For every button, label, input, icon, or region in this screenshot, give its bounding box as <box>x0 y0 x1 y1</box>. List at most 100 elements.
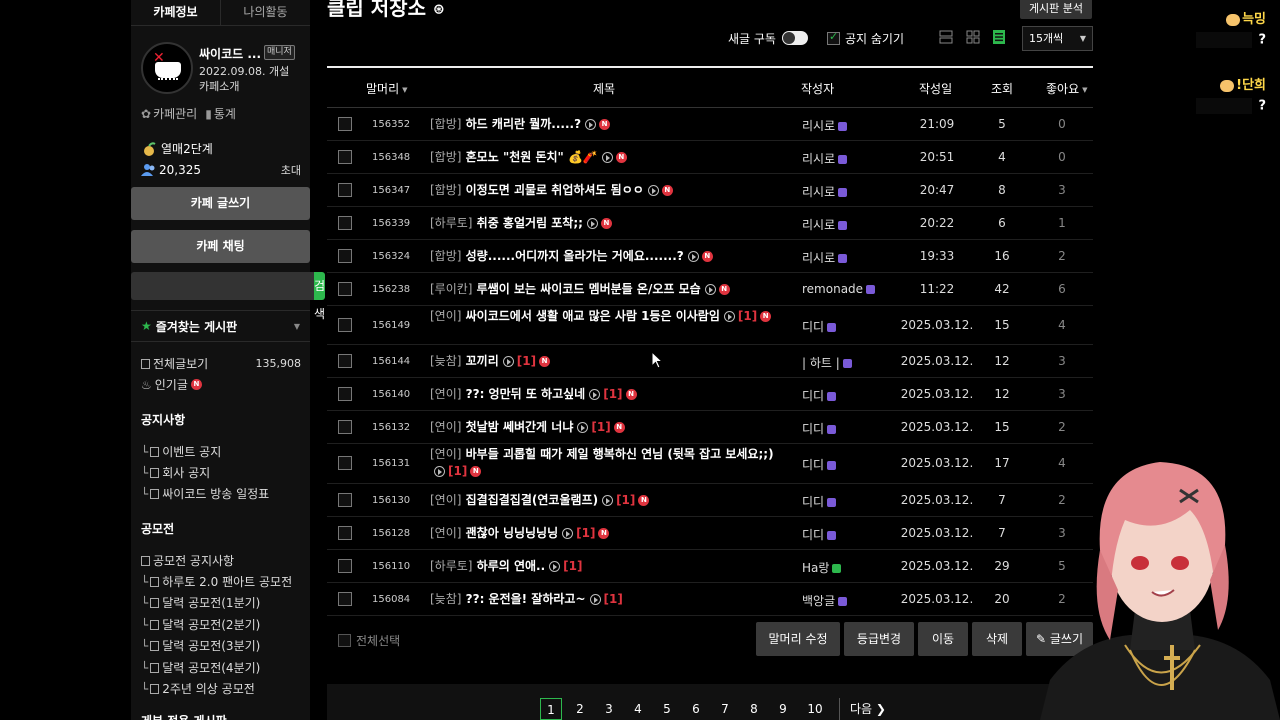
invite-link[interactable]: 초대 <box>281 162 301 178</box>
board-info-icon[interactable]: ⊛ <box>433 2 445 18</box>
sidebar-item-calendar-q2[interactable]: └ 달력 공모전(2분기) <box>141 616 301 633</box>
page-5[interactable]: 5 <box>656 698 678 720</box>
row-checkbox[interactable] <box>338 419 352 434</box>
table-row[interactable]: 156110 [하루토] 하루의 연애.. [1] Ha랑 2025.03.12. 29 5 <box>327 550 1093 583</box>
grid-view-icon[interactable] <box>966 30 980 44</box>
page-3[interactable]: 3 <box>598 698 620 720</box>
row-checkbox[interactable] <box>338 248 352 263</box>
subscribe-toggle[interactable] <box>781 31 808 45</box>
post-title-link[interactable]: [합방] 혼모노 "천원 돈치" 💰🧨 N <box>430 149 780 166</box>
row-checkbox[interactable] <box>338 281 352 296</box>
page-10[interactable]: 10 <box>801 698 829 720</box>
row-checkbox[interactable] <box>338 215 352 230</box>
next-page-button[interactable]: 다음 ❯ <box>839 698 886 720</box>
cafe-search-input[interactable] <box>131 272 314 300</box>
post-title-link[interactable]: [연이] 싸이코드에서 생활 애교 많은 사람 1등은 이사람임 [1] N <box>430 308 780 325</box>
stats-link[interactable]: ▮ 통계 <box>205 105 236 122</box>
edit-prefix-button[interactable]: 말머리 수정 <box>756 622 840 656</box>
post-author[interactable]: 리시로 <box>802 150 848 167</box>
row-checkbox[interactable] <box>338 591 352 606</box>
comment-count[interactable]: [1] <box>591 420 610 434</box>
post-author[interactable]: 디디 <box>802 318 837 335</box>
list-view-icon[interactable] <box>939 30 953 44</box>
page-1[interactable]: 1 <box>540 698 562 720</box>
cafe-name[interactable]: 싸이코드 ... <box>199 45 261 62</box>
sidebar-item-calendar-q1[interactable]: └ 달력 공모전(1분기) <box>141 594 301 611</box>
row-checkbox[interactable] <box>338 353 352 368</box>
page-6[interactable]: 6 <box>685 698 707 720</box>
page-4[interactable]: 4 <box>627 698 649 720</box>
table-row[interactable]: 156324 [합방] 성량......어디까지 올라가는 거에요.......?… <box>327 240 1093 273</box>
sidebar-item-event-notice[interactable]: └ 이벤트 공지 <box>141 443 301 460</box>
comment-count[interactable]: [1] <box>563 559 582 573</box>
page-7[interactable]: 7 <box>714 698 736 720</box>
post-title-link[interactable]: [하루토] 취중 홍얼거림 포착;; N <box>430 215 780 232</box>
row-checkbox[interactable] <box>338 317 352 332</box>
post-title-link[interactable]: [늦참] ??: 운전을! 잘하라고~ [1] <box>430 591 780 608</box>
sidebar-item-calendar-q3[interactable]: └ 달력 공모전(3분기) <box>141 637 301 654</box>
post-title-link[interactable]: [합방] 이정도면 괴물로 취업하셔도 됨ㅇㅇ N <box>430 182 780 199</box>
row-checkbox[interactable] <box>338 525 352 540</box>
member-count[interactable]: 20,325 <box>159 163 201 177</box>
post-author[interactable]: 백앙글 <box>802 592 848 609</box>
new-post-subscribe[interactable]: 새글 구독 <box>728 26 808 50</box>
table-row[interactable]: 156128 [연이] 괜찮아 닝닝닝닝닝 [1] N 디디 2025.03.12. 7 3 <box>327 517 1093 550</box>
post-title-link[interactable]: [연이] ??: 엉만뒤 또 하고싶네 [1] N <box>430 386 780 403</box>
table-row[interactable]: 156144 [늦참] 꼬끼리 [1] N | 하트 | 2025.03.12. 12 3 <box>327 345 1093 378</box>
text-list-view-icon[interactable] <box>992 30 1006 44</box>
col-prefix[interactable]: 말머리 ▼ <box>366 80 408 97</box>
table-row[interactable]: 156131 [연이] 바부들 괴롭힐 때가 제일 행복하신 연님 (뒷목 잡고 … <box>327 444 1093 484</box>
row-checkbox[interactable] <box>338 149 352 164</box>
comment-count[interactable]: [1] <box>738 309 757 323</box>
select-all-checkbox[interactable] <box>338 634 351 647</box>
post-title-link[interactable]: [루이칸] 루쌤이 보는 싸이코드 멤버분들 온/오프 모습 N <box>430 281 780 298</box>
sidebar-item-popular[interactable]: ♨ 인기글 N <box>141 376 301 393</box>
row-checkbox[interactable] <box>338 456 352 470</box>
row-checkbox[interactable] <box>338 182 352 197</box>
row-checkbox[interactable] <box>338 558 352 573</box>
cafe-manage-link[interactable]: ✿ 카페관리 <box>141 105 197 122</box>
post-title-link[interactable]: [연이] 바부들 괴롭힐 때가 제일 행복하신 연님 (뒷목 잡고 보세요;;)… <box>430 446 780 480</box>
post-title-link[interactable]: [연이] 괜찮아 닝닝닝닝닝 [1] N <box>430 525 780 542</box>
post-author[interactable]: 리시로 <box>802 249 848 266</box>
col-likes[interactable]: 좋아요 ▼ <box>1046 80 1088 97</box>
page-9[interactable]: 9 <box>772 698 794 720</box>
table-row[interactable]: 156348 [합방] 혼모노 "천원 돈치" 💰🧨 N 리시로 20:51 4 0 <box>327 141 1093 174</box>
post-author[interactable]: 리시로 <box>802 216 848 233</box>
hide-notice-option[interactable]: 공지 숨기기 <box>827 26 904 50</box>
table-row[interactable]: 156238 [루이칸] 루쌤이 보는 싸이코드 멤버분들 온/오프 모습 Nrem… <box>327 273 1093 306</box>
table-row[interactable]: 156130 [연이] 집결집결집결(연코울램프) [1] N 디디 2025.03.12… <box>327 484 1093 517</box>
table-row[interactable]: 156084 [늦참] ??: 운전을! 잘하라고~ [1] 백앙글 2025.03.1… <box>327 583 1093 616</box>
delete-button[interactable]: 삭제 <box>972 622 1022 656</box>
table-row[interactable]: 156339 [하루토] 취중 홍얼거림 포착;; N 리시로 20:22 6 1 <box>327 207 1093 240</box>
table-row[interactable]: 156140 [연이] ??: 엉만뒤 또 하고싶네 [1] N 디디 2025.03.1… <box>327 378 1093 411</box>
post-author[interactable]: | 하트 | <box>802 354 852 371</box>
post-author[interactable]: 디디 <box>802 493 837 510</box>
board-analysis-button[interactable]: 게시판 분석 <box>1020 0 1092 19</box>
post-author[interactable]: 디디 <box>802 420 837 437</box>
sidebar-item-all-posts[interactable]: 전체글보기 135,908 <box>141 355 301 372</box>
post-author[interactable]: 디디 <box>802 456 837 473</box>
sidebar-item-calendar-q4[interactable]: └ 달력 공모전(4분기) <box>141 659 301 676</box>
sidebar-item-fanart-contest[interactable]: └ 하루토 2.0 팬아트 공모전 <box>141 573 301 590</box>
select-all[interactable]: 전체선택 <box>338 632 400 649</box>
post-title-link[interactable]: [합방] 성량......어디까지 올라가는 거에요.......? N <box>430 248 780 265</box>
change-grade-button[interactable]: 등급변경 <box>844 622 914 656</box>
post-author[interactable]: 디디 <box>802 526 837 543</box>
tab-my-activity[interactable]: 나의활동 <box>221 0 310 25</box>
favorite-boards-header[interactable]: ★ 즐겨찾는 게시판 ▼ <box>131 310 310 342</box>
search-button[interactable]: 검색 <box>314 272 326 321</box>
page-2[interactable]: 2 <box>569 698 591 720</box>
post-author[interactable]: Ha랑 <box>802 559 842 576</box>
per-page-select[interactable]: 15개씩 ▼ <box>1022 26 1093 51</box>
row-checkbox[interactable] <box>338 116 352 131</box>
comment-count[interactable]: [1] <box>616 493 635 507</box>
cafe-chat-button[interactable]: 카페 채팅 <box>131 230 310 263</box>
comment-count[interactable]: [1] <box>603 387 622 401</box>
post-title-link[interactable]: [늦참] 꼬끼리 [1] N <box>430 353 780 370</box>
sidebar-item-company-notice[interactable]: └ 회사 공지 <box>141 464 301 481</box>
table-row[interactable]: 156149 [연이] 싸이코드에서 생활 애교 많은 사람 1등은 이사람임 [1… <box>327 306 1093 345</box>
comment-count[interactable]: [1] <box>576 526 595 540</box>
post-title-link[interactable]: [연이] 집결집결집결(연코울램프) [1] N <box>430 492 780 509</box>
post-author[interactable]: 리시로 <box>802 117 848 134</box>
